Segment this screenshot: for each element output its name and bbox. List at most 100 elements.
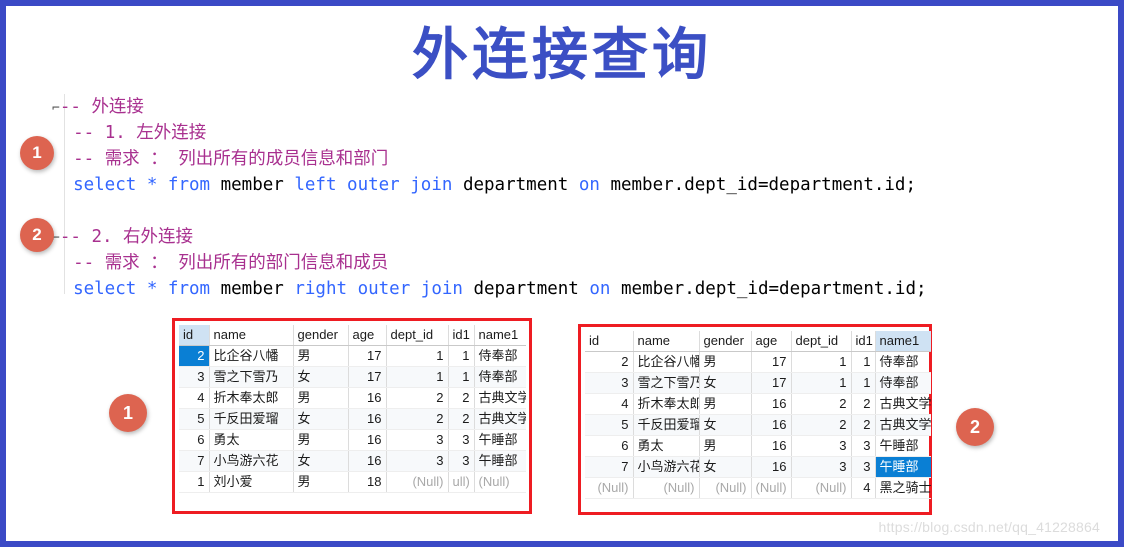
- table-cell[interactable]: 折木奉太郎: [209, 387, 294, 409]
- column-header-id[interactable]: id: [179, 325, 210, 346]
- table-cell[interactable]: 3: [851, 435, 876, 457]
- table-row[interactable]: 6 勇太男 16 3 3 午睡部: [179, 429, 526, 451]
- table-row[interactable]: 2 比企谷八幡男 17 1 1 侍奉部: [179, 345, 526, 367]
- column-header-name1[interactable]: name1: [875, 331, 931, 352]
- column-header-id[interactable]: id: [585, 331, 634, 352]
- table-cell[interactable]: 3: [448, 429, 475, 451]
- table-cell[interactable]: 女: [293, 408, 349, 430]
- table-cell[interactable]: 女: [699, 414, 752, 436]
- table-row[interactable]: 3 雪之下雪乃女 17 1 1 侍奉部: [585, 372, 931, 394]
- column-header-name1[interactable]: name1: [474, 325, 526, 346]
- table-cell[interactable]: 雪之下雪乃: [633, 372, 700, 394]
- table-cell[interactable]: 2: [791, 393, 852, 415]
- table-cell[interactable]: 1: [448, 345, 475, 367]
- table-cell[interactable]: 侍奉部: [875, 372, 931, 394]
- table-row[interactable]: 2 比企谷八幡男 17 1 1 侍奉部: [585, 351, 931, 373]
- column-header-id1[interactable]: id1: [851, 331, 876, 352]
- table-cell[interactable]: (Null): [474, 471, 526, 493]
- column-header-dept_id[interactable]: dept_id: [386, 325, 449, 346]
- right-join-result-grid[interactable]: id name gender age dept_id id1 name1 2 比企谷八幡男 17…: [578, 324, 932, 515]
- table-cell[interactable]: 2: [851, 414, 876, 436]
- table-cell[interactable]: 2: [386, 387, 449, 409]
- table-cell[interactable]: 女: [699, 456, 752, 478]
- table-cell[interactable]: 1: [791, 351, 852, 373]
- table-cell[interactable]: 1: [791, 372, 852, 394]
- table-row[interactable]: (Null)(Null)(Null)(Null)(Null)4黑之骑士团: [585, 477, 931, 499]
- table-cell[interactable]: 黑之骑士团: [875, 477, 931, 499]
- table-cell[interactable]: 6: [585, 435, 634, 457]
- table-cell[interactable]: 侍奉部: [474, 345, 526, 367]
- table-cell[interactable]: 1: [386, 366, 449, 388]
- table-row[interactable]: 1 刘小爱男 18 (Null) ull) (Null): [179, 471, 526, 493]
- table-cell[interactable]: 1: [386, 345, 449, 367]
- table-cell[interactable]: 男: [699, 435, 752, 457]
- column-header-name[interactable]: name: [209, 325, 294, 346]
- left-join-result-grid[interactable]: id name gender age dept_id id1 name1 2 比企谷八幡男 17…: [172, 318, 532, 514]
- table-cell[interactable]: 2: [179, 345, 210, 367]
- table-cell[interactable]: 午睡部: [875, 456, 931, 478]
- table-cell[interactable]: 7: [179, 450, 210, 472]
- table-cell[interactable]: 2: [791, 414, 852, 436]
- table-cell[interactable]: 女: [699, 372, 752, 394]
- table-cell[interactable]: 16: [348, 450, 387, 472]
- table-cell[interactable]: 3: [851, 456, 876, 478]
- table-cell[interactable]: 17: [348, 366, 387, 388]
- table-cell[interactable]: 5: [585, 414, 634, 436]
- table-cell[interactable]: 男: [699, 393, 752, 415]
- column-header-name[interactable]: name: [633, 331, 700, 352]
- table-cell[interactable]: (Null): [386, 471, 449, 493]
- table-cell[interactable]: (Null): [791, 477, 852, 499]
- table-cell[interactable]: 勇太: [633, 435, 700, 457]
- table-cell[interactable]: 男: [293, 345, 349, 367]
- table-cell[interactable]: 4: [179, 387, 210, 409]
- table-row[interactable]: 3 雪之下雪乃女 17 1 1 侍奉部: [179, 366, 526, 388]
- table-cell[interactable]: 午睡部: [875, 435, 931, 457]
- table-cell[interactable]: (Null): [585, 477, 634, 499]
- table-cell[interactable]: 2: [386, 408, 449, 430]
- table-row[interactable]: 4折木奉太郎男1622古典文学部: [585, 393, 931, 415]
- table-cell[interactable]: 比企谷八幡: [209, 345, 294, 367]
- table-row[interactable]: 4折木奉太郎男1622古典文学部: [179, 387, 526, 409]
- table-cell[interactable]: 古典文学部: [875, 393, 931, 415]
- table-cell[interactable]: 2: [448, 387, 475, 409]
- table-cell[interactable]: 刘小爱: [209, 471, 294, 493]
- table-cell[interactable]: (Null): [633, 477, 700, 499]
- table-cell[interactable]: 3: [179, 366, 210, 388]
- table-cell[interactable]: 千反田爱瑠: [633, 414, 700, 436]
- column-header-dept_id[interactable]: dept_id: [791, 331, 852, 352]
- table-cell[interactable]: 古典文学部: [474, 408, 526, 430]
- table-cell[interactable]: 3: [791, 435, 852, 457]
- table-cell[interactable]: 18: [348, 471, 387, 493]
- table-cell[interactable]: 2: [851, 393, 876, 415]
- table-cell[interactable]: 1: [448, 366, 475, 388]
- column-header-gender[interactable]: gender: [293, 325, 349, 346]
- table-row[interactable]: 6 勇太男 16 3 3 午睡部: [585, 435, 931, 457]
- table-cell[interactable]: 1: [851, 372, 876, 394]
- table-cell[interactable]: 1: [851, 351, 876, 373]
- table-cell[interactable]: 4: [851, 477, 876, 499]
- table-cell[interactable]: 16: [751, 393, 792, 415]
- table-cell[interactable]: 16: [348, 429, 387, 451]
- table-cell[interactable]: 1: [179, 471, 210, 493]
- column-header-age[interactable]: age: [348, 325, 387, 346]
- table-cell[interactable]: 6: [179, 429, 210, 451]
- table-cell[interactable]: 3: [386, 429, 449, 451]
- table-cell[interactable]: 16: [348, 387, 387, 409]
- table-cell[interactable]: 5: [179, 408, 210, 430]
- table-cell[interactable]: 3: [585, 372, 634, 394]
- table-cell[interactable]: 比企谷八幡: [633, 351, 700, 373]
- table-cell[interactable]: 古典文学部: [474, 387, 526, 409]
- table-cell[interactable]: 男: [699, 351, 752, 373]
- table-row[interactable]: 7 小鸟游六花女 16 3 3 午睡部: [585, 456, 931, 478]
- table-cell[interactable]: 16: [751, 456, 792, 478]
- table-cell[interactable]: (Null): [751, 477, 792, 499]
- table-cell[interactable]: 3: [791, 456, 852, 478]
- column-header-gender[interactable]: gender: [699, 331, 752, 352]
- table-cell[interactable]: 雪之下雪乃: [209, 366, 294, 388]
- table-cell[interactable]: 16: [751, 435, 792, 457]
- table-cell[interactable]: 千反田爱瑠: [209, 408, 294, 430]
- table-row[interactable]: 7 小鸟游六花女 16 3 3 午睡部: [179, 450, 526, 472]
- table-cell[interactable]: 勇太: [209, 429, 294, 451]
- table-row[interactable]: 5千反田爱瑠女1622古典文学部: [179, 408, 526, 430]
- table-cell[interactable]: 午睡部: [474, 450, 526, 472]
